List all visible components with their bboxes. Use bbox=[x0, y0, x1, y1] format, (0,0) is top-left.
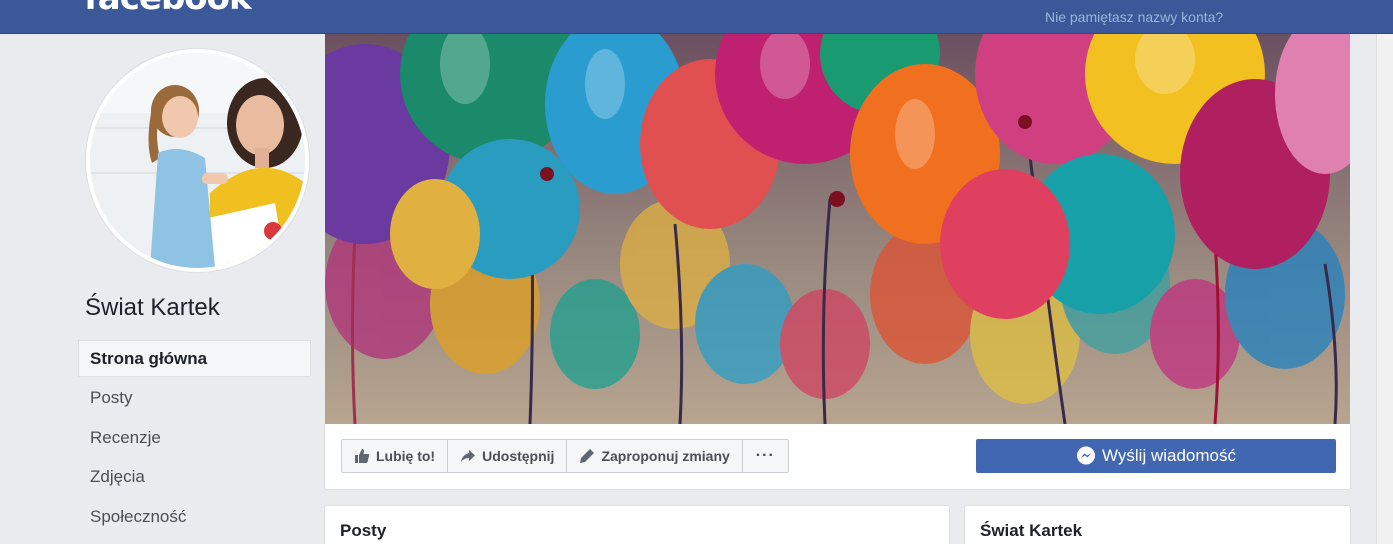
send-message-label: Wyślij wiadomość bbox=[1102, 446, 1236, 465]
like-button[interactable]: Lubię to! bbox=[342, 440, 449, 472]
sidebar-item-home[interactable]: Strona główna bbox=[78, 340, 311, 377]
more-icon: ··· bbox=[755, 447, 775, 464]
cover-photo[interactable] bbox=[325, 34, 1350, 424]
more-options-button[interactable]: ··· bbox=[743, 440, 788, 472]
send-message-button[interactable]: Wyślij wiadomość bbox=[976, 439, 1336, 473]
suggest-edits-button[interactable]: Zaproponuj zmiany bbox=[567, 440, 743, 472]
forgot-account-link[interactable]: Nie pamiętasz nazwy konta? bbox=[1045, 9, 1223, 25]
page-action-bar: Lubię to! Udostępnij Zaproponuj zmiany ·… bbox=[324, 424, 1351, 490]
thumbs-up-icon bbox=[355, 449, 370, 463]
posts-card-title: Posty bbox=[340, 521, 387, 540]
about-card-title: Świat Kartek bbox=[980, 521, 1083, 540]
profile-picture bbox=[90, 53, 305, 268]
about-card: Świat Kartek bbox=[964, 505, 1351, 544]
sidebar-item-community[interactable]: Społeczność bbox=[78, 498, 311, 535]
share-button[interactable]: Udostępnij bbox=[448, 440, 568, 472]
posts-card: Posty bbox=[324, 505, 950, 544]
page-scrollbar[interactable] bbox=[1376, 34, 1393, 544]
like-label: Lubię to! bbox=[376, 448, 436, 464]
profile-picture-frame[interactable] bbox=[85, 48, 310, 273]
page-action-buttons: Lubię to! Udostępnij Zaproponuj zmiany ·… bbox=[341, 439, 789, 473]
pencil-icon bbox=[580, 449, 595, 463]
suggest-edits-label: Zaproponuj zmiany bbox=[601, 448, 730, 464]
messenger-icon bbox=[1077, 446, 1095, 465]
share-icon bbox=[461, 450, 476, 462]
top-bar: facebook Nie pamiętasz nazwy konta? bbox=[0, 0, 1393, 34]
page-title: Świat Kartek bbox=[85, 294, 220, 321]
sidebar-item-photos[interactable]: Zdjęcia bbox=[78, 458, 311, 495]
share-label: Udostępnij bbox=[482, 448, 555, 464]
sidebar-item-posts[interactable]: Posty bbox=[78, 379, 311, 416]
sidebar-item-reviews[interactable]: Recenzje bbox=[78, 419, 311, 456]
facebook-logo[interactable]: facebook bbox=[84, 0, 252, 18]
